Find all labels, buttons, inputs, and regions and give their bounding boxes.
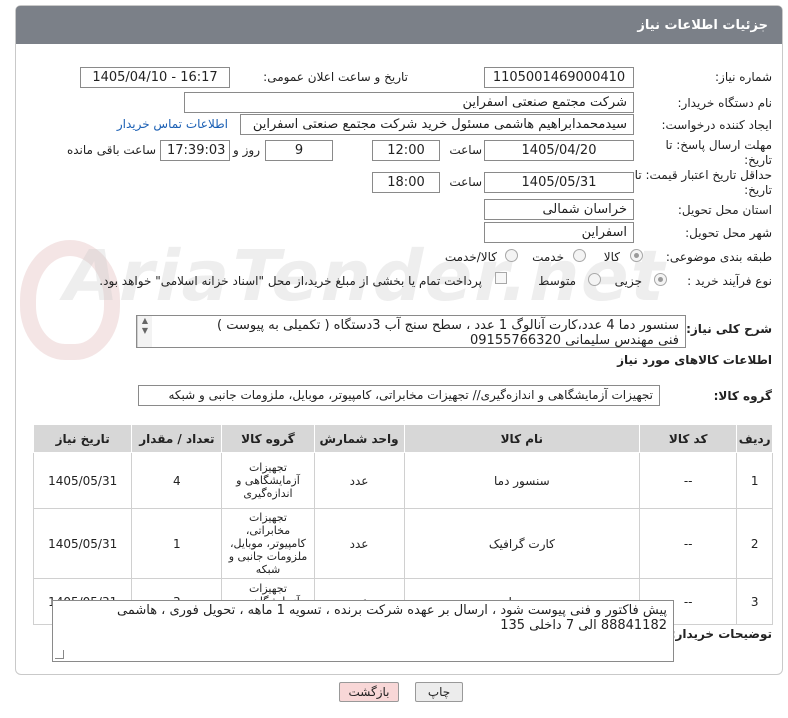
cell-qty: 4 — [131, 452, 223, 509]
province-label: استان محل تحویل: — [677, 203, 772, 217]
col-code: کد کالا — [639, 424, 738, 453]
requester-field: سیدمحمدابراهیم هاشمی مسئول خرید شرکت مجت… — [240, 114, 634, 135]
price-validity-time-field: 18:00 — [372, 172, 440, 193]
category-label: طبقه بندی موضوعی: — [665, 250, 772, 264]
process-radio-minor[interactable] — [654, 273, 667, 286]
col-group: گروه کالا — [221, 424, 315, 453]
category-radio-goods[interactable] — [630, 249, 643, 262]
price-validity-time-label: ساعت — [449, 175, 482, 189]
cell-group: تجهیزات آزمایشگاهی و اندازه‌گیری — [221, 452, 315, 509]
scroll-up-icon[interactable]: ▲ — [138, 316, 152, 326]
cell-row: 1 — [736, 452, 773, 509]
cell-unit: عدد — [313, 508, 405, 579]
requester-label: ایجاد کننده درخواست: — [661, 118, 772, 132]
buyer-contact-link[interactable]: اطلاعات تماس خریدار — [117, 117, 228, 131]
buyer-notes-label: توضیحات خریدار: — [670, 627, 772, 641]
general-description-line1: سنسور دما 4 عدد،کارت آنالوگ 1 عدد ، سطح … — [217, 318, 679, 333]
category-radio-goods-service[interactable] — [505, 249, 518, 262]
resize-handle-icon[interactable] — [55, 650, 64, 659]
items-table: ردیف کد کالا نام کالا واحد شمارش گروه کا… — [32, 424, 773, 625]
price-validity-label: حداقل تاریخ اعتبار قیمت: تا تاریخ: — [634, 168, 772, 197]
scroll-down-icon[interactable]: ▼ — [138, 326, 152, 336]
price-validity-date-field: 1405/05/31 — [484, 172, 634, 193]
response-time-label: ساعت — [449, 143, 482, 157]
category-option-service: خدمت — [532, 250, 564, 264]
print-button[interactable]: چاپ — [415, 682, 463, 702]
category-option-goods: کالا — [603, 250, 620, 264]
buyer-notes-box[interactable]: پیش فاکتور و فنی پیوست شود ، ارسال بر عه… — [52, 600, 674, 662]
cell-unit: عدد — [313, 452, 405, 509]
table-header-row: ردیف کد کالا نام کالا واحد شمارش گروه کا… — [32, 424, 773, 453]
buyer-notes-text: پیش فاکتور و فنی پیوست شود ، ارسال بر عه… — [116, 603, 667, 633]
treasury-payment-note: پرداخت تمام یا بخشی از مبلغ خرید،از محل … — [99, 274, 482, 288]
general-description-label: شرح کلی نیاز: — [686, 322, 772, 336]
cell-code: -- — [639, 508, 738, 579]
response-time-field: 12:00 — [372, 140, 440, 161]
back-button[interactable]: بازگشت — [339, 682, 399, 702]
goods-group-field: تجهیزات آزمایشگاهی و اندازه‌گیری// تجهیز… — [138, 385, 660, 406]
response-date-field: 1405/04/20 — [484, 140, 634, 161]
process-option-medium: متوسط — [538, 274, 576, 288]
col-unit: واحد شمارش — [313, 424, 405, 453]
need-number-label: شماره نیاز: — [715, 70, 772, 84]
days-label: روز و — [233, 143, 260, 157]
goods-group-label: گروه کالا: — [713, 389, 772, 403]
cell-date: 1405/05/31 — [32, 508, 133, 579]
cell-name: کارت گرافیک — [403, 508, 641, 579]
time-remaining-field: 17:39:03 — [160, 140, 230, 161]
need-number-field: 1105001469000410 — [484, 67, 634, 88]
cell-qty: 1 — [131, 508, 223, 579]
cell-date: 1405/05/31 — [32, 452, 133, 509]
cell-row: 3 — [736, 578, 773, 625]
table-row: 2 -- کارت گرافیک عدد تجهیزات مخابراتی، ک… — [32, 508, 773, 579]
items-section-title: اطلاعات کالاهای مورد نیاز — [617, 353, 772, 367]
col-name: نام کالا — [403, 424, 641, 453]
panel-header: جزئیات اطلاعات نیاز — [16, 6, 782, 44]
general-description-line2: فنی مهندس سلیمانی 09155766320 — [470, 333, 679, 348]
buyer-org-field: شرکت مجتمع صنعتی اسفراین — [184, 92, 634, 113]
response-deadline-label: مهلت ارسال پاسخ: تا تاریخ: — [665, 138, 772, 167]
col-qty: تعداد / مقدار — [131, 424, 223, 453]
panel-title: جزئیات اطلاعات نیاز — [637, 18, 768, 33]
province-field: خراسان شمالی — [484, 199, 634, 220]
days-remaining-field: 9 — [265, 140, 333, 161]
general-description-box[interactable]: سنسور دما 4 عدد،کارت آنالوگ 1 عدد ، سطح … — [136, 315, 686, 348]
cell-group: تجهیزات مخابراتی، کامپیوتر، موبایل، ملزو… — [221, 508, 315, 579]
announce-datetime-field: 1405/04/10 - 16:17 — [80, 67, 230, 88]
time-remaining-label: ساعت باقی مانده — [66, 143, 156, 157]
city-label: شهر محل تحویل: — [685, 226, 772, 240]
buyer-org-label: نام دستگاه خریدار: — [677, 96, 773, 110]
cell-code: -- — [639, 452, 738, 509]
col-date: تاریخ نیاز — [32, 424, 133, 453]
process-radio-medium[interactable] — [588, 273, 601, 286]
table-row: 1 -- سنسور دما عدد تجهیزات آزمایشگاهی و … — [32, 452, 773, 509]
description-scrollbar[interactable]: ▲ ▼ — [137, 316, 152, 347]
col-row: ردیف — [736, 424, 773, 453]
cell-name: سنسور دما — [403, 452, 641, 509]
cell-row: 2 — [736, 508, 773, 579]
category-radio-service[interactable] — [573, 249, 586, 262]
treasury-payment-checkbox[interactable] — [495, 272, 507, 284]
announce-datetime-label: تاریخ و ساعت اعلان عمومی: — [263, 70, 408, 84]
city-field: اسفراین — [484, 222, 634, 243]
process-type-label: نوع فرآیند خرید : — [687, 274, 772, 288]
category-option-goods-service: کالا/خدمت — [444, 250, 497, 264]
process-option-minor: جزیی — [614, 274, 642, 288]
